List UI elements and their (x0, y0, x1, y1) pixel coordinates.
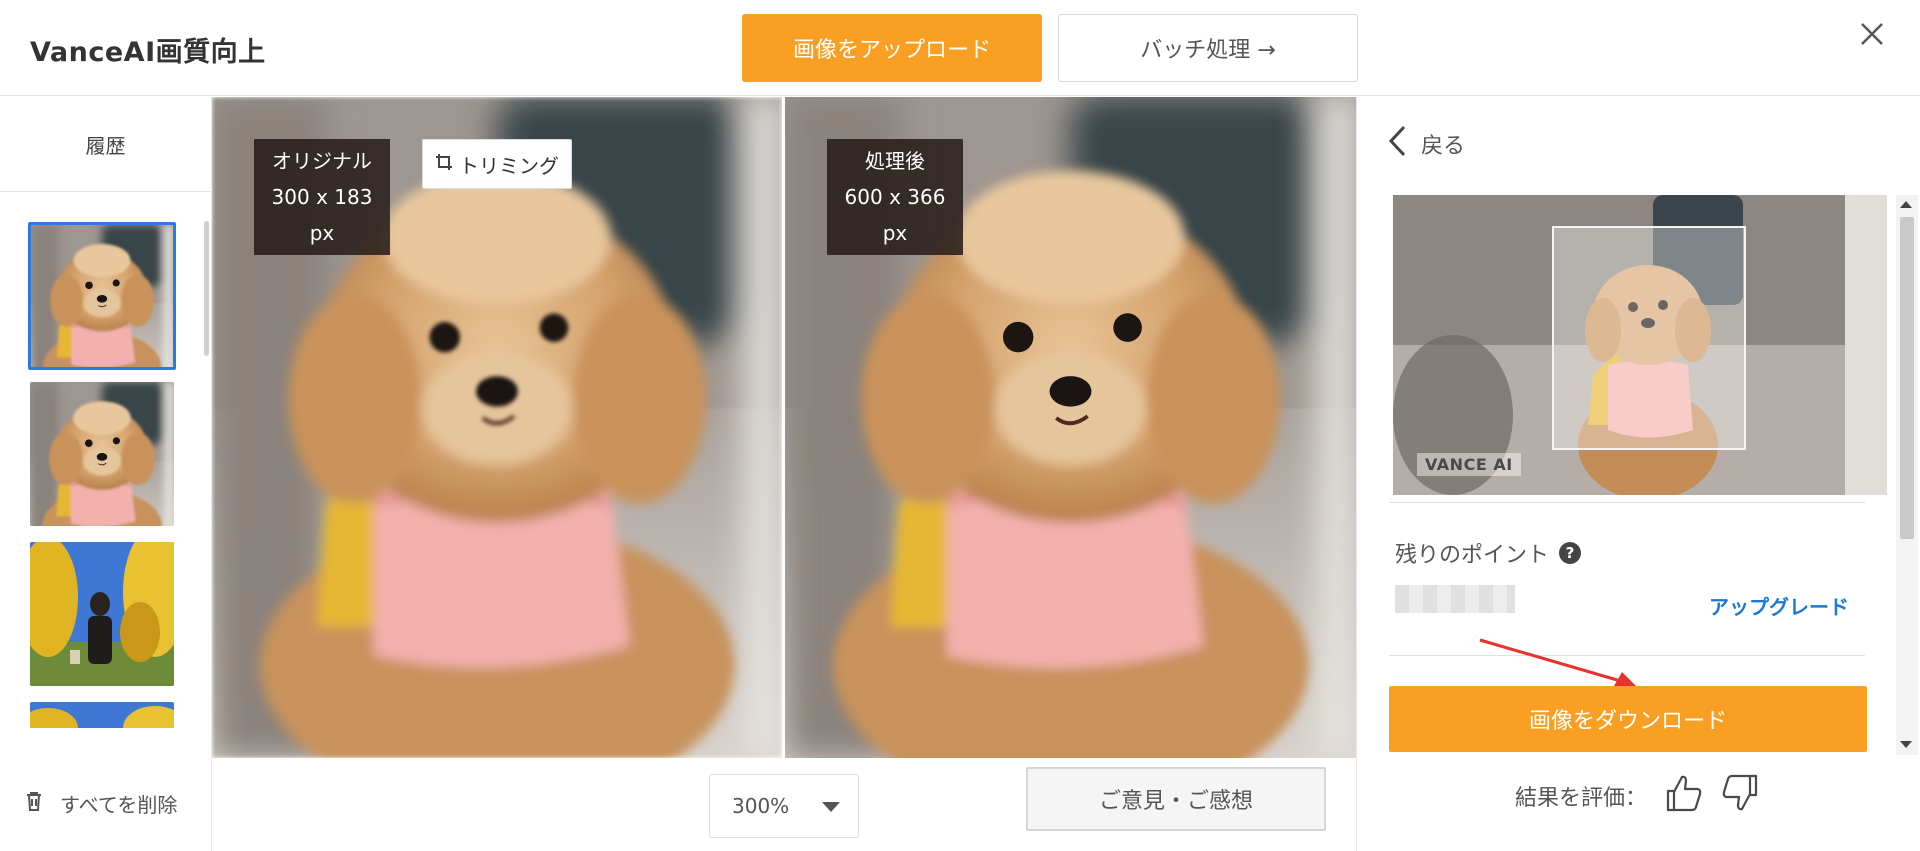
navigator-preview[interactable]: VANCE AI (1393, 195, 1887, 495)
rate-result-row: 結果を評価： (1515, 773, 1759, 819)
remaining-points-label: 残りのポイント ? (1395, 537, 1582, 569)
history-thumbnail[interactable] (30, 702, 174, 728)
download-image-button[interactable]: 画像をダウンロード (1389, 686, 1867, 752)
processed-title: 処理後 (865, 149, 925, 173)
points-value-redacted (1395, 585, 1515, 613)
scrollbar-thumb[interactable] (1900, 217, 1914, 539)
original-size: 300 x 183 px (271, 185, 373, 245)
chevron-left-icon (1387, 125, 1407, 163)
delete-all-label: すべてを削除 (60, 793, 178, 817)
crop-icon (435, 152, 453, 176)
close-icon[interactable] (1856, 18, 1888, 50)
history-thumbnail[interactable] (30, 542, 174, 686)
divider (1389, 655, 1865, 656)
app-title: VanceAI画質向上 (30, 37, 266, 68)
trim-button[interactable]: トリミング (422, 139, 572, 189)
original-title: オリジナル (272, 149, 372, 173)
feedback-button[interactable]: ご意見・ご感想 (1026, 767, 1326, 831)
app-header: VanceAI画質向上 画像をアップロード バッチ処理 → (0, 0, 1920, 96)
delete-all-button[interactable]: すべてを削除 (22, 789, 177, 818)
history-thumbnail[interactable] (28, 222, 176, 370)
history-sidebar: 履歴 すべてを削除 (0, 97, 212, 851)
batch-process-button[interactable]: バッチ処理 → (1058, 14, 1358, 82)
zoom-value: 300% (732, 794, 790, 818)
points-label-text: 残りのポイント (1395, 543, 1550, 568)
upload-image-button[interactable]: 画像をアップロード (742, 14, 1042, 82)
back-button[interactable]: 戻る (1387, 125, 1465, 163)
thumbs-down-icon[interactable] (1721, 773, 1759, 819)
history-thumbnail[interactable] (30, 382, 174, 526)
vanceai-watermark: VANCE AI (1417, 453, 1521, 476)
back-label: 戻る (1421, 134, 1466, 159)
chevron-down-icon (822, 802, 840, 812)
thumbs-up-icon[interactable] (1665, 773, 1703, 819)
result-panel: 戻る VANCE AI 残りのポイント ? アップグレード 画像をダウンロード … (1356, 97, 1920, 851)
trash-icon (22, 789, 46, 818)
tab-history[interactable]: 履歴 (0, 97, 211, 192)
help-icon[interactable]: ? (1559, 542, 1582, 564)
comparison-viewer[interactable]: オリジナル 300 x 183 px トリミング 処理後 600 x 366 p… (212, 97, 1356, 758)
divider (1389, 502, 1865, 503)
zoom-select[interactable]: 300% (709, 774, 859, 838)
trim-label: トリミング (459, 153, 559, 178)
scroll-up-arrow-icon[interactable] (1900, 201, 1912, 208)
processed-size: 600 x 366 px (844, 185, 946, 245)
original-label: オリジナル 300 x 183 px (254, 139, 390, 255)
history-scrollbar[interactable] (204, 221, 209, 356)
scroll-down-arrow-icon[interactable] (1900, 741, 1912, 748)
processed-label: 処理後 600 x 366 px (827, 139, 963, 255)
rate-label: 結果を評価： (1515, 786, 1648, 811)
upgrade-link[interactable]: アップグレード (1709, 591, 1849, 620)
